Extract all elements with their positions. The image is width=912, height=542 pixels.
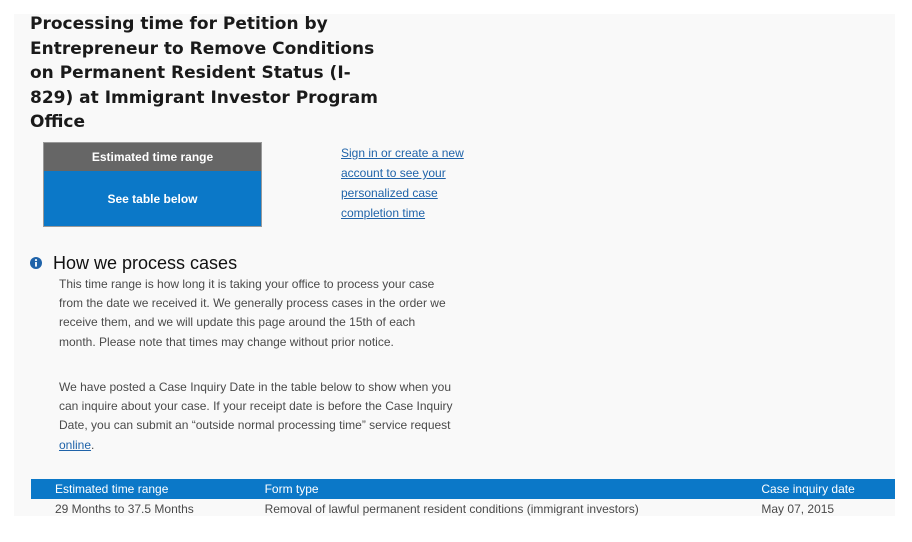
estimated-time-range-box: Estimated time range See table below <box>43 142 262 227</box>
info-icon <box>30 257 42 269</box>
table-cell-time-range: 29 Months to 37.5 Months <box>55 502 194 516</box>
table-cell-case-inquiry-date: May 07, 2015 <box>761 502 835 516</box>
page-title: Processing time for Petition by Entrepre… <box>30 14 378 132</box>
case-inquiry-description: We have posted a Case Inquiry Date in th… <box>59 378 454 455</box>
table-cell-form-type: Removal of lawful permanent resident con… <box>264 502 639 516</box>
how-we-process-heading: How we process cases <box>53 253 238 273</box>
table-header-case-inquiry-date: Case inquiry date <box>761 479 895 499</box>
case-inquiry-end: . <box>91 437 95 452</box>
case-inquiry-text: We have posted a Case Inquiry Date in th… <box>59 380 453 433</box>
table-header-row: Estimated time range Form type Case inqu… <box>31 479 895 499</box>
sign-in-link[interactable]: Sign in or create a new account to see y… <box>341 143 481 223</box>
estimated-time-range-value: See table below <box>107 192 198 206</box>
table-header-form-type: Form type <box>264 479 762 499</box>
table-header-estimated-time-range: Estimated time range <box>31 479 265 499</box>
estimated-time-range-header: Estimated time range <box>44 143 261 171</box>
process-description: This time range is how long it is taking… <box>59 277 446 349</box>
page: Processing time for Petition by Entrepre… <box>0 0 912 542</box>
table-row: 29 Months to 37.5 Months Removal of lawf… <box>31 499 895 519</box>
processing-times-table: Estimated time range Form type Case inqu… <box>31 479 895 519</box>
online-link[interactable]: online <box>59 438 91 452</box>
